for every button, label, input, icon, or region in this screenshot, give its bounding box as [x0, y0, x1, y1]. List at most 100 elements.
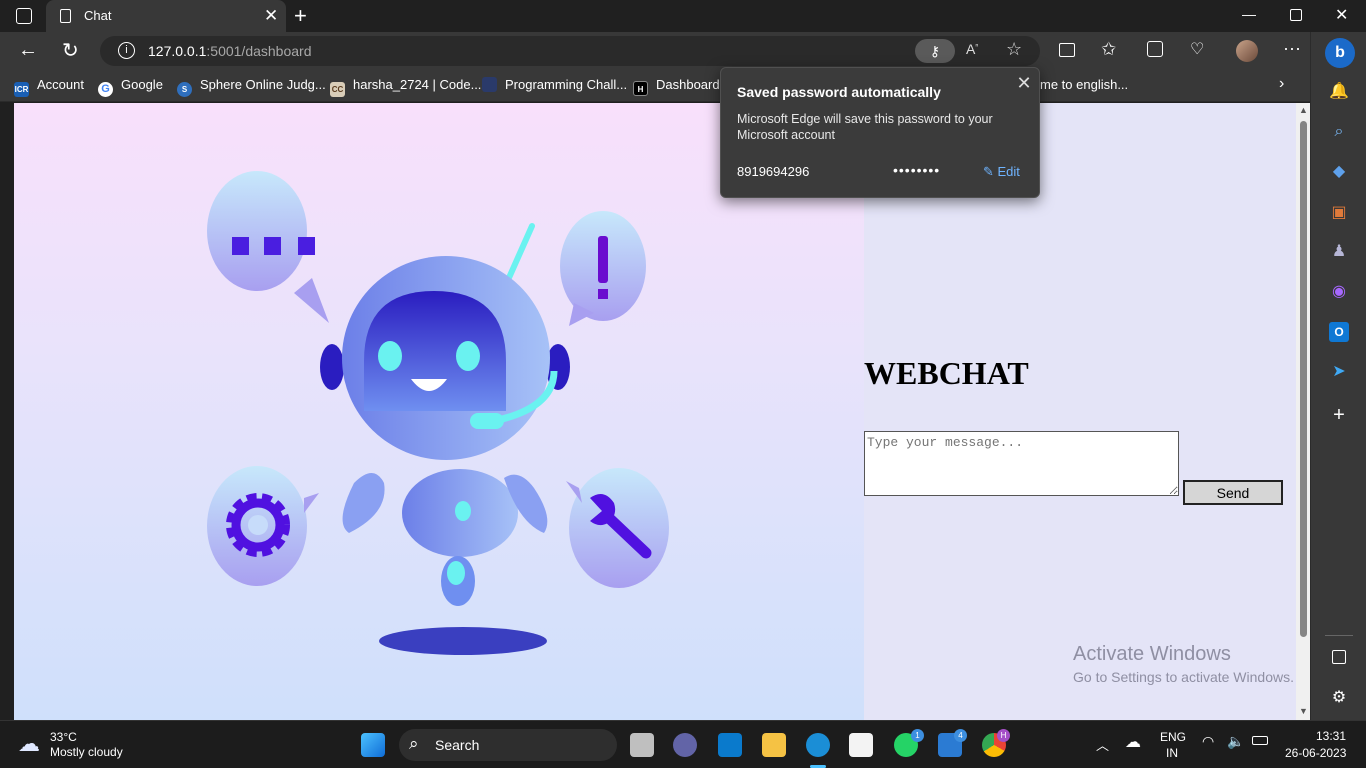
password-key-icon[interactable]: ⚷ [915, 39, 955, 63]
activate-windows-subtitle: Go to Settings to activate Windows. [1073, 669, 1294, 685]
telegram-icon[interactable]: ➤ [1329, 362, 1349, 382]
bing-icon[interactable]: b [1325, 38, 1355, 68]
close-window-icon[interactable]: ✕ [1335, 5, 1348, 25]
scroll-up-icon[interactable]: ▲ [1299, 105, 1308, 115]
whatsapp-badge: 1 [911, 729, 924, 742]
tab-chat[interactable]: Chat ✕ [46, 0, 286, 32]
saved-username: 8919694296 [737, 164, 810, 179]
bookmark-google[interactable]: G Google [98, 77, 163, 97]
performance-icon[interactable]: ♡ [1190, 39, 1204, 59]
bookmark-translate[interactable]: me to english... [1040, 77, 1128, 95]
clock-time[interactable]: 13:31 [1316, 729, 1346, 743]
weather-temp: 33°C [50, 730, 77, 744]
new-tab-icon[interactable]: + [294, 3, 307, 29]
notification-bell-icon[interactable]: 🔔 [1329, 82, 1349, 102]
refresh-icon[interactable]: ↻ [62, 38, 79, 63]
cloud-icon: ☁ [18, 731, 40, 756]
spoj-icon: S [177, 82, 192, 97]
wifi-icon[interactable]: ◠ [1202, 733, 1214, 750]
activate-windows-title: Activate Windows [1073, 643, 1231, 665]
site-info-icon[interactable]: i [118, 42, 135, 59]
page-icon [60, 9, 71, 23]
read-aloud-icon[interactable]: Aⁿ [966, 41, 978, 57]
teams-icon[interactable] [673, 733, 697, 757]
saved-password-mask: •••••••• [893, 162, 941, 178]
add-sidebar-icon[interactable]: + [1329, 405, 1349, 425]
tab-actions-icon[interactable] [16, 8, 32, 24]
chrome-profile-badge: H [997, 729, 1010, 742]
bookmark-account[interactable]: ICR Account [14, 77, 84, 97]
typing-bubble-icon [207, 171, 329, 323]
language-bottom[interactable]: IN [1166, 746, 1178, 760]
taskbar-search[interactable]: ⌕ Search [399, 729, 617, 761]
message-input[interactable] [864, 431, 1179, 496]
challenge-icon [482, 77, 497, 92]
profile-avatar[interactable] [1236, 40, 1258, 62]
restore-icon[interactable] [1290, 9, 1302, 21]
page-title: WEBCHAT [864, 355, 1029, 391]
close-popup-icon[interactable]: ✕ [1015, 74, 1033, 92]
outlook-icon[interactable]: O [1329, 322, 1349, 342]
page-content: WEBCHAT Send Activate Windows Go to Sett… [14, 103, 1296, 720]
collections-icon[interactable] [1147, 41, 1163, 57]
exclamation-bubble-icon [560, 211, 646, 326]
onedrive-icon[interactable]: ☁ [1125, 732, 1141, 752]
minimize-icon[interactable]: — [1242, 6, 1256, 22]
scroll-thumb[interactable] [1300, 121, 1307, 637]
file-explorer-icon[interactable] [762, 733, 786, 757]
search-sidebar-icon[interactable]: ⌕ [1329, 122, 1349, 142]
popup-title: Saved password automatically [737, 84, 941, 100]
back-icon[interactable]: ← [18, 39, 38, 62]
hide-sidebar-icon[interactable] [1332, 650, 1346, 664]
gear-bubble-icon [207, 466, 319, 586]
address-bar[interactable]: i 127.0.0.1:5001/dashboard ⚷ Aⁿ ☆ [100, 36, 1040, 66]
vscode-icon[interactable] [718, 733, 742, 757]
popup-description: Microsoft Edge will save this password t… [737, 112, 993, 142]
app-badge: 4 [954, 729, 967, 742]
password-saved-popup: Saved password automatically ✕ Microsoft… [720, 67, 1040, 198]
hackerrank-icon: H [633, 81, 648, 96]
battery-icon[interactable] [1252, 736, 1268, 745]
icr-icon: ICR [14, 82, 29, 97]
show-hidden-icons-icon[interactable]: ︿ [1096, 735, 1109, 754]
windows-taskbar: ☁ 33°C Mostly cloudy ⌕ Search 1 4 H ︿ ☁ … [0, 720, 1366, 768]
office-icon[interactable]: ◉ [1329, 282, 1349, 302]
chevron-right-icon[interactable]: › [1279, 75, 1284, 93]
favorites-icon[interactable]: ✩ [1101, 39, 1116, 60]
close-tab-icon[interactable]: ✕ [264, 6, 278, 26]
send-button[interactable]: Send [1183, 480, 1283, 505]
codechef-icon: CC [330, 82, 345, 97]
page-scrollbar[interactable]: ▲ ▼ [1296, 103, 1310, 720]
edit-password-link[interactable]: ✎ Edit [983, 164, 1020, 180]
split-screen-icon[interactable] [1059, 43, 1075, 57]
toolbar: ← ↻ i 127.0.0.1:5001/dashboard ⚷ Aⁿ ☆ ✩ … [0, 32, 1310, 70]
weather-desc: Mostly cloudy [50, 745, 123, 759]
tools-briefcase-icon[interactable]: ▣ [1329, 203, 1349, 223]
bookmark-programming-challenges[interactable]: Programming Chall... [482, 77, 627, 95]
volume-icon[interactable]: 🔈 [1227, 733, 1244, 750]
bookmark-codechef[interactable]: CC harsha_2724 | Code... [330, 77, 481, 97]
edge-sidebar: b 🔔 ⌕ ◆ ▣ ♟ ◉ O ➤ + ⚙ [1310, 32, 1366, 720]
bookmark-spoj[interactable]: S Sphere Online Judg... [177, 77, 326, 97]
scroll-down-icon[interactable]: ▼ [1299, 706, 1308, 716]
task-view-icon[interactable] [630, 733, 654, 757]
edge-icon[interactable] [806, 733, 830, 757]
sidebar-divider [1325, 635, 1353, 636]
wrench-bubble-icon [566, 468, 669, 588]
more-menu-icon[interactable]: ··· [1283, 38, 1301, 59]
shopping-tag-icon[interactable]: ◆ [1329, 162, 1349, 182]
title-bar: Chat ✕ + — ✕ [0, 0, 1366, 32]
settings-gear-icon[interactable]: ⚙ [1329, 688, 1349, 708]
store-icon[interactable] [849, 733, 873, 757]
games-icon[interactable]: ♟ [1329, 242, 1349, 262]
favorite-star-icon[interactable]: ☆ [1006, 39, 1022, 60]
google-icon: G [98, 82, 113, 97]
start-button[interactable] [361, 733, 385, 757]
favorites-bar: ICR Account G Google S Sphere Online Judg..… [0, 70, 1310, 102]
tab-title: Chat [84, 8, 112, 23]
url-text[interactable]: 127.0.0.1:5001/dashboard [148, 43, 311, 59]
weather-widget[interactable]: ☁ 33°C Mostly cloudy [16, 729, 136, 761]
clock-date[interactable]: 26-06-2023 [1285, 746, 1346, 760]
language-top[interactable]: ENG [1160, 730, 1186, 744]
bookmark-dashboard[interactable]: H Dashboard | [633, 77, 727, 96]
